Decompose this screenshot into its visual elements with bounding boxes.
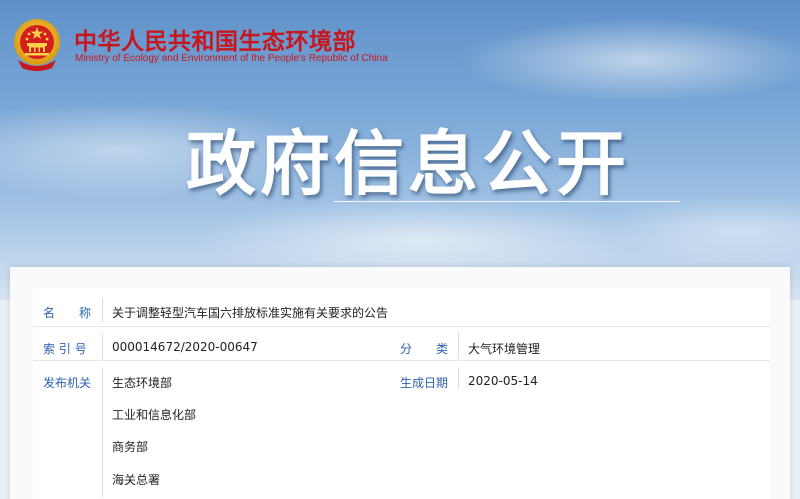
name-label: 名 称 <box>43 306 92 320</box>
issuer-item: 商务部 <box>112 440 149 454</box>
issuer-item: 海关总署 <box>112 473 161 487</box>
index-label: 索 引 号 <box>43 342 87 356</box>
header-banner: 中华人民共和国生态环境部 Ministry of Ecology and Env… <box>0 0 800 300</box>
info-row-name: 名 称 关于调整轻型汽车国六排放标准实施有关要求的公告 <box>33 288 770 326</box>
name-value: 关于调整轻型汽车国六排放标准实施有关要求的公告 <box>112 306 389 320</box>
date-value: 2020-05-14 <box>468 374 538 388</box>
row-divider <box>102 333 103 359</box>
row-divider <box>458 367 459 389</box>
category-value: 大气环境管理 <box>468 342 541 356</box>
ministry-name-en[interactable]: Ministry of Ecology and Environment of t… <box>75 53 388 64</box>
ministry-name-cn[interactable]: 中华人民共和国生态环境部 <box>74 22 356 56</box>
row-divider <box>102 298 103 322</box>
title-divider <box>334 201 680 202</box>
date-label: 生成日期 <box>400 376 449 390</box>
row-divider <box>102 367 103 497</box>
info-table: 名 称 关于调整轻型汽车国六排放标准实施有关要求的公告 索 引 号 000014… <box>33 288 770 499</box>
row-divider <box>458 333 459 359</box>
page-title: 政府信息公开 <box>186 123 630 205</box>
issuer-item: 工业和信息化部 <box>112 408 197 422</box>
issuer-item: 生态环境部 <box>112 376 173 390</box>
page: 中华人民共和国生态环境部 Ministry of Ecology and Env… <box>0 0 800 499</box>
issuer-label: 发布机关 <box>43 376 92 390</box>
national-emblem-icon[interactable] <box>12 16 62 72</box>
info-row-index: 索 引 号 000014672/2020-00647 分 类 大气环境管理 <box>33 326 770 361</box>
index-value: 000014672/2020-00647 <box>112 340 258 354</box>
category-label: 分 类 <box>400 342 449 356</box>
info-row-issuer: 发布机关 生态环境部 工业和信息化部 商务部 海关总署 生成日期 2020-05… <box>33 360 770 499</box>
